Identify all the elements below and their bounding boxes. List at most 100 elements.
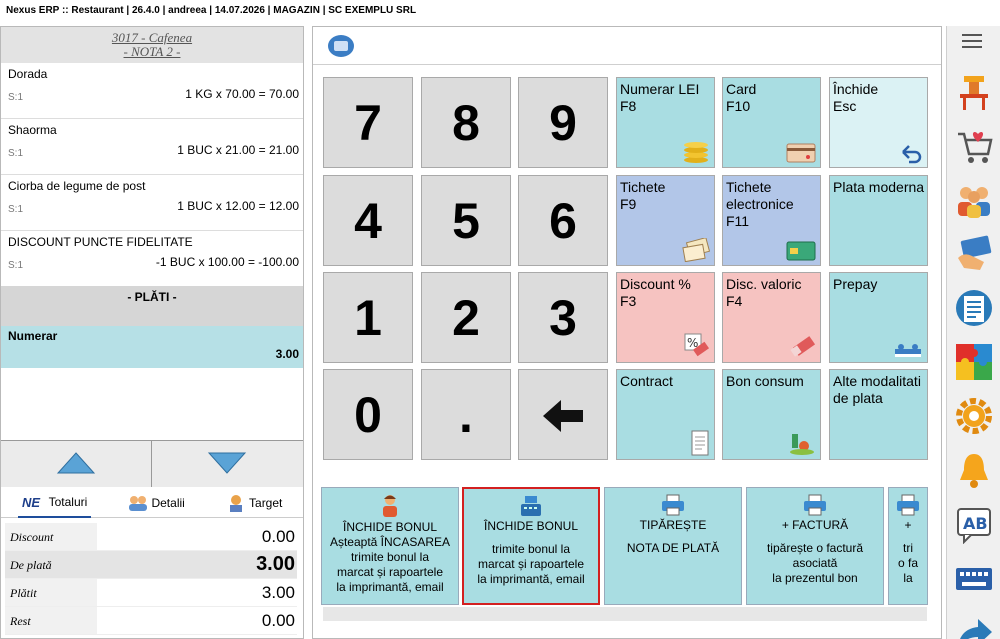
action-desc: marcat și rapoartele <box>336 565 444 579</box>
action-desc: la imprimantă, email <box>477 572 585 586</box>
add-invoice-button[interactable]: + FACTURĂ tipărește o factură asociată l… <box>746 487 884 605</box>
key-5[interactable]: 5 <box>421 175 511 266</box>
action-desc: tipărește o factură <box>766 541 864 555</box>
payment-row[interactable]: Numerar 3.00 <box>1 326 303 368</box>
sidebar: AB <box>946 26 1000 639</box>
keyboard-icon <box>956 568 992 590</box>
bell-icon <box>960 454 988 488</box>
notepad-icon <box>956 290 992 326</box>
contract-button[interactable]: Contract <box>616 369 715 460</box>
order-item[interactable]: DISCOUNT PUNCTE FIDELITATE S:1 -1 BUC x … <box>1 231 303 287</box>
pay-electronic-tickets-button[interactable]: Tichete electronice F11 <box>722 175 821 266</box>
consumption-voucher-button[interactable]: Bon consum <box>722 369 821 460</box>
key-3[interactable]: 3 <box>518 272 608 363</box>
fkey-label: Discount % <box>620 276 691 292</box>
sidebar-item-modules[interactable] <box>949 336 999 388</box>
action-desc: trimite bonul la <box>350 550 430 564</box>
key-1[interactable]: 1 <box>323 272 413 363</box>
total-row-de-plata: De plată 3.00 <box>5 551 297 579</box>
more-actions-button[interactable]: + tri o fa la <box>888 487 928 605</box>
fkey-shortcut: F9 <box>620 196 637 212</box>
total-row-rest: Rest 0.00 <box>5 607 297 635</box>
key-decimal[interactable]: . <box>421 369 511 460</box>
tab-totaluri[interactable]: NE Totaluri <box>17 488 92 518</box>
action-title: TIPĂREȘTE <box>639 518 707 532</box>
key-7[interactable]: 7 <box>323 77 413 168</box>
fkey-label: electronice <box>726 196 794 212</box>
key-0[interactable]: 0 <box>323 369 413 460</box>
sidebar-item-reports[interactable] <box>949 282 999 334</box>
tab-detalii[interactable]: Detalii <box>124 488 188 518</box>
close-receipt-button[interactable]: ÎNCHIDE BONUL trimite bonul la marcat și… <box>462 487 600 605</box>
sidebar-item-language[interactable]: AB <box>949 498 999 550</box>
item-seat: S:1 <box>8 260 24 271</box>
action-title: + <box>904 518 912 532</box>
key-4[interactable]: 4 <box>323 175 413 266</box>
order-item[interactable]: Dorada S:1 1 KG x 70.00 = 70.00 <box>1 63 303 119</box>
close-esc-button[interactable]: Închide Esc <box>829 77 928 168</box>
key-2[interactable]: 2 <box>421 272 511 363</box>
key-9[interactable]: 9 <box>518 77 608 168</box>
scroll-up-button[interactable] <box>1 441 152 487</box>
users-group-icon <box>958 187 990 218</box>
sidebar-item-tables[interactable] <box>949 66 999 118</box>
sidebar-item-settings[interactable] <box>949 390 999 442</box>
total-value: 0.00 <box>261 527 295 546</box>
tab-target[interactable]: Target <box>222 488 286 518</box>
prepay-button[interactable]: Prepay <box>829 272 928 363</box>
printer-icon <box>897 494 919 516</box>
receipt-printer-icon[interactable] <box>328 35 354 57</box>
sidebar-item-payments[interactable] <box>949 228 999 280</box>
key-6[interactable]: 6 <box>518 175 608 266</box>
action-desc: o fa <box>897 556 918 570</box>
pay-tickets-button[interactable]: Tichete F9 <box>616 175 715 266</box>
action-subtitle: Așteaptă ÎNCASAREA <box>329 535 451 549</box>
fkey-label: Contract <box>620 373 673 389</box>
sidebar-item-notifications[interactable] <box>949 444 999 496</box>
horizontal-scrollbar[interactable] <box>323 607 927 621</box>
total-value: 0.00 <box>261 611 295 630</box>
tab-label: Target <box>249 495 283 510</box>
item-name: DISCOUNT PUNCTE FIDELITATE <box>8 235 193 249</box>
target-icon <box>230 494 243 512</box>
key-8[interactable]: 8 <box>421 77 511 168</box>
order-item[interactable]: Shaorma S:1 1 BUC x 21.00 = 21.00 <box>1 119 303 175</box>
fkey-label: Plata moderna <box>833 179 925 195</box>
item-name: Dorada <box>8 67 48 81</box>
arrow-down-icon <box>207 452 247 474</box>
key-backspace[interactable] <box>518 369 608 460</box>
hamburger-menu-icon[interactable] <box>962 34 982 52</box>
sidebar-item-users[interactable] <box>949 174 999 226</box>
other-payment-methods-button[interactable]: Alte modalitati de plata <box>829 369 928 460</box>
gear-icon <box>956 398 992 434</box>
action-desc: la imprimantă, email <box>336 580 444 594</box>
discount-value-button[interactable]: Disc. valoric F4 <box>722 272 821 363</box>
action-title: ÎNCHIDE BONUL <box>483 519 578 533</box>
exit-arrow-icon <box>960 619 992 639</box>
svg-text:AB: AB <box>963 514 988 533</box>
pay-modern-button[interactable]: Plata moderna <box>829 175 928 266</box>
close-receipt-wait-button[interactable]: ÎNCHIDE BONUL Așteaptă ÎNCASAREA trimite… <box>321 487 459 605</box>
title-bar: Nexus ERP :: Restaurant | 26.4.0 | andre… <box>0 0 1000 24</box>
document-icon <box>691 430 709 456</box>
scroll-down-button[interactable] <box>152 441 303 487</box>
action-desc: la prezentul bon <box>772 571 858 585</box>
discount-percent-button[interactable]: Discount % F3 % <box>616 272 715 363</box>
printer-icon <box>804 494 826 516</box>
pay-card-button[interactable]: Card F10 <box>722 77 821 168</box>
fkey-label: de plata <box>833 390 883 406</box>
action-title: ÎNCHIDE BONUL <box>342 520 437 534</box>
cash-register-icon <box>521 496 541 516</box>
order-item[interactable]: Ciorba de legume de post S:1 1 BUC x 12.… <box>1 175 303 231</box>
pay-cash-button[interactable]: Numerar LEI F8 <box>616 77 715 168</box>
card-payment-icon <box>958 235 992 270</box>
item-seat: S:1 <box>8 204 24 215</box>
order-header: 3017 - Cafenea - NOTA 2 - <box>1 27 303 63</box>
fkey-shortcut: F10 <box>726 98 751 114</box>
sidebar-item-exit[interactable] <box>949 606 999 639</box>
print-bill-button[interactable]: TIPĂREȘTE NOTA DE PLATĂ <box>604 487 742 605</box>
svg-text:NE: NE <box>22 495 40 509</box>
sidebar-item-orders[interactable] <box>949 120 999 172</box>
fkey-label: Tichete <box>726 179 772 195</box>
sidebar-item-keyboard[interactable] <box>949 552 999 604</box>
